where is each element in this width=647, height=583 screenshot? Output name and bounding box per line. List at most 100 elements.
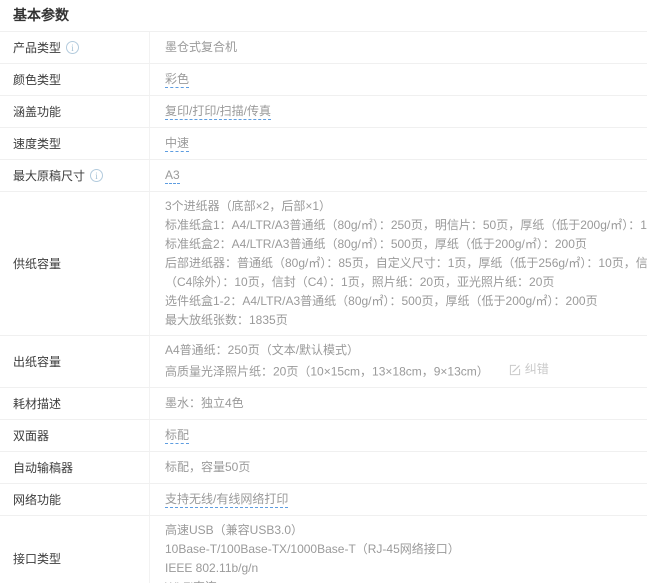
row-label-text: 颜色类型 bbox=[13, 71, 61, 88]
edit-icon bbox=[509, 364, 521, 376]
row-label: 产品类型 i bbox=[0, 32, 150, 63]
table-row: 产品类型 i 墨仓式复合机 bbox=[0, 31, 647, 63]
row-label-text: 接口类型 bbox=[13, 550, 61, 567]
value-text: A4普通纸：250页（文本/默认模式） bbox=[165, 343, 359, 357]
row-value: A3 bbox=[150, 160, 647, 191]
tooltip-term[interactable]: 中速 bbox=[165, 136, 189, 152]
value-text: 后部进纸器：普通纸（80g/㎡）：85页，自定义尺寸：1页，厚纸（低于256g/… bbox=[165, 256, 647, 270]
table-row: 接口类型 高速USB（兼容USB3.0） 10Base-T/100Base-TX/1… bbox=[0, 515, 647, 583]
value-line: 标配，容量50页 bbox=[165, 458, 635, 477]
row-label: 速度类型 bbox=[0, 128, 150, 159]
value-line: 后部进纸器：普通纸（80g/㎡）：85页，自定义尺寸：1页，厚纸（低于256g/… bbox=[165, 254, 647, 273]
row-label-text: 最大原稿尺寸 bbox=[13, 167, 85, 184]
value-line: 支持无线/有线网络打印 bbox=[165, 490, 635, 509]
row-label: 出纸容量 bbox=[0, 336, 150, 387]
value-text: 标准纸盒1：A4/LTR/A3普通纸（80g/㎡）：250页，明信片：50页，厚… bbox=[165, 218, 647, 232]
value-line: A3 bbox=[165, 166, 635, 185]
row-label: 双面器 bbox=[0, 420, 150, 451]
row-label: 网络功能 bbox=[0, 484, 150, 515]
value-line: 中速 bbox=[165, 134, 635, 153]
row-value: 标配 bbox=[150, 420, 647, 451]
value-text: 墨水：独立4色 bbox=[165, 396, 244, 410]
row-label-text: 产品类型 bbox=[13, 39, 61, 56]
value-line: 3个进纸器（底部×2，后部×1） bbox=[165, 197, 647, 216]
table-row: 最大原稿尺寸 i A3 bbox=[0, 159, 647, 191]
row-label: 供纸容量 bbox=[0, 192, 150, 335]
value-line: 高质量光泽照片纸：20页（10×15cm，13×18cm，9×13cm） 纠错 bbox=[165, 360, 635, 382]
row-label: 自动输稿器 bbox=[0, 452, 150, 483]
value-line: 最大放纸张数：1835页 bbox=[165, 311, 647, 330]
value-text: 墨仓式复合机 bbox=[165, 40, 237, 54]
row-label-text: 自动输稿器 bbox=[13, 459, 73, 476]
value-line: IEEE 802.11b/g/n bbox=[165, 559, 635, 578]
value-line: 标准纸盒2：A4/LTR/A3普通纸（80g/㎡）：500页，厚纸（低于200g… bbox=[165, 235, 647, 254]
value-line: 选件纸盒1-2：A4/LTR/A3普通纸（80g/㎡）：500页，厚纸（低于20… bbox=[165, 292, 647, 311]
row-label-text: 供纸容量 bbox=[13, 255, 61, 272]
value-line: 墨水：独立4色 bbox=[165, 394, 635, 413]
row-value: 3个进纸器（底部×2，后部×1） 标准纸盒1：A4/LTR/A3普通纸（80g/㎡… bbox=[150, 192, 647, 335]
value-line: 墨仓式复合机 bbox=[165, 38, 635, 57]
table-row: 双面器 标配 bbox=[0, 419, 647, 451]
row-label-text: 速度类型 bbox=[13, 135, 61, 152]
info-icon[interactable]: i bbox=[90, 169, 103, 182]
row-value: 复印/打印/扫描/传真 bbox=[150, 96, 647, 127]
row-value: 中速 bbox=[150, 128, 647, 159]
row-value: 墨仓式复合机 bbox=[150, 32, 647, 63]
value-text: 选件纸盒1-2：A4/LTR/A3普通纸（80g/㎡）：500页，厚纸（低于20… bbox=[165, 294, 598, 308]
value-text: 标准纸盒2：A4/LTR/A3普通纸（80g/㎡）：500页，厚纸（低于200g… bbox=[165, 237, 587, 251]
table-row: 网络功能 支持无线/有线网络打印 bbox=[0, 483, 647, 515]
tooltip-term[interactable]: 彩色 bbox=[165, 72, 189, 88]
tooltip-term[interactable]: 复印/打印/扫描/传真 bbox=[165, 104, 271, 120]
value-text: IEEE 802.11b/g/n bbox=[165, 561, 258, 575]
row-label-text: 耗材描述 bbox=[13, 395, 61, 412]
value-line: 彩色 bbox=[165, 70, 635, 89]
row-label-text: 双面器 bbox=[13, 427, 49, 444]
row-label: 耗材描述 bbox=[0, 388, 150, 419]
value-text: Wi-Fi直连 bbox=[165, 580, 217, 583]
value-line: Wi-Fi直连 bbox=[165, 578, 635, 583]
value-text: （C4除外）：10页，信封（C4）：1页，照片纸：20页，亚光照片纸：20页 bbox=[165, 275, 554, 289]
row-value: 高速USB（兼容USB3.0） 10Base-T/100Base-TX/1000B… bbox=[150, 516, 647, 583]
row-value: 彩色 bbox=[150, 64, 647, 95]
table-row: 供纸容量 3个进纸器（底部×2，后部×1） 标准纸盒1：A4/LTR/A3普通纸（8… bbox=[0, 191, 647, 335]
row-label: 最大原稿尺寸 i bbox=[0, 160, 150, 191]
value-line: （C4除外）：10页，信封（C4）：1页，照片纸：20页，亚光照片纸：20页 bbox=[165, 273, 647, 292]
row-label-text: 网络功能 bbox=[13, 491, 61, 508]
value-line: 高速USB（兼容USB3.0） bbox=[165, 521, 635, 540]
spec-panel: 基本参数 产品类型 i 墨仓式复合机颜色类型 彩色涵盖功能 复印/打印/扫描/传真速度类… bbox=[0, 0, 647, 583]
row-value: A4普通纸：250页（文本/默认模式） 高质量光泽照片纸：20页（10×15cm，… bbox=[150, 336, 647, 387]
info-icon[interactable]: i bbox=[66, 41, 79, 54]
value-line: 复印/打印/扫描/传真 bbox=[165, 102, 635, 121]
row-label: 颜色类型 bbox=[0, 64, 150, 95]
row-value: 标配，容量50页 bbox=[150, 452, 647, 483]
tooltip-term[interactable]: A3 bbox=[165, 168, 180, 184]
value-line: 标准纸盒1：A4/LTR/A3普通纸（80g/㎡）：250页，明信片：50页，厚… bbox=[165, 216, 647, 235]
table-row: 出纸容量 A4普通纸：250页（文本/默认模式） 高质量光泽照片纸：20页（10×1… bbox=[0, 335, 647, 387]
value-line: A4普通纸：250页（文本/默认模式） bbox=[165, 341, 635, 360]
table-row: 自动输稿器 标配，容量50页 bbox=[0, 451, 647, 483]
row-label: 涵盖功能 bbox=[0, 96, 150, 127]
tooltip-term[interactable]: 支持无线/有线网络打印 bbox=[165, 492, 288, 508]
table-row: 颜色类型 彩色 bbox=[0, 63, 647, 95]
row-label: 接口类型 bbox=[0, 516, 150, 583]
value-text: 3个进纸器（底部×2，后部×1） bbox=[165, 199, 331, 213]
row-label-text: 涵盖功能 bbox=[13, 103, 61, 120]
tooltip-term[interactable]: 标配 bbox=[165, 428, 189, 444]
value-text: 高速USB（兼容USB3.0） bbox=[165, 523, 303, 537]
table-row: 涵盖功能 复印/打印/扫描/传真 bbox=[0, 95, 647, 127]
row-value: 墨水：独立4色 bbox=[150, 388, 647, 419]
table-row: 速度类型 中速 bbox=[0, 127, 647, 159]
row-value: 支持无线/有线网络打印 bbox=[150, 484, 647, 515]
correction-link[interactable]: 纠错 bbox=[509, 360, 549, 379]
spec-table: 产品类型i墨仓式复合机颜色类型彩色涵盖功能复印/打印/扫描/传真速度类型中速最大… bbox=[0, 31, 647, 583]
value-line: 10Base-T/100Base-TX/1000Base-T（RJ-45网络接口… bbox=[165, 540, 635, 559]
value-line: 标配 bbox=[165, 426, 635, 445]
section-title: 基本参数 bbox=[0, 0, 647, 31]
value-text: 标配，容量50页 bbox=[165, 460, 250, 474]
value-text: 10Base-T/100Base-TX/1000Base-T（RJ-45网络接口… bbox=[165, 542, 460, 556]
table-row: 耗材描述 墨水：独立4色 bbox=[0, 387, 647, 419]
correction-label: 纠错 bbox=[525, 360, 549, 379]
value-text: 最大放纸张数：1835页 bbox=[165, 313, 288, 327]
row-label-text: 出纸容量 bbox=[13, 353, 61, 370]
value-text: 高质量光泽照片纸：20页（10×15cm，13×18cm，9×13cm） bbox=[165, 365, 489, 379]
